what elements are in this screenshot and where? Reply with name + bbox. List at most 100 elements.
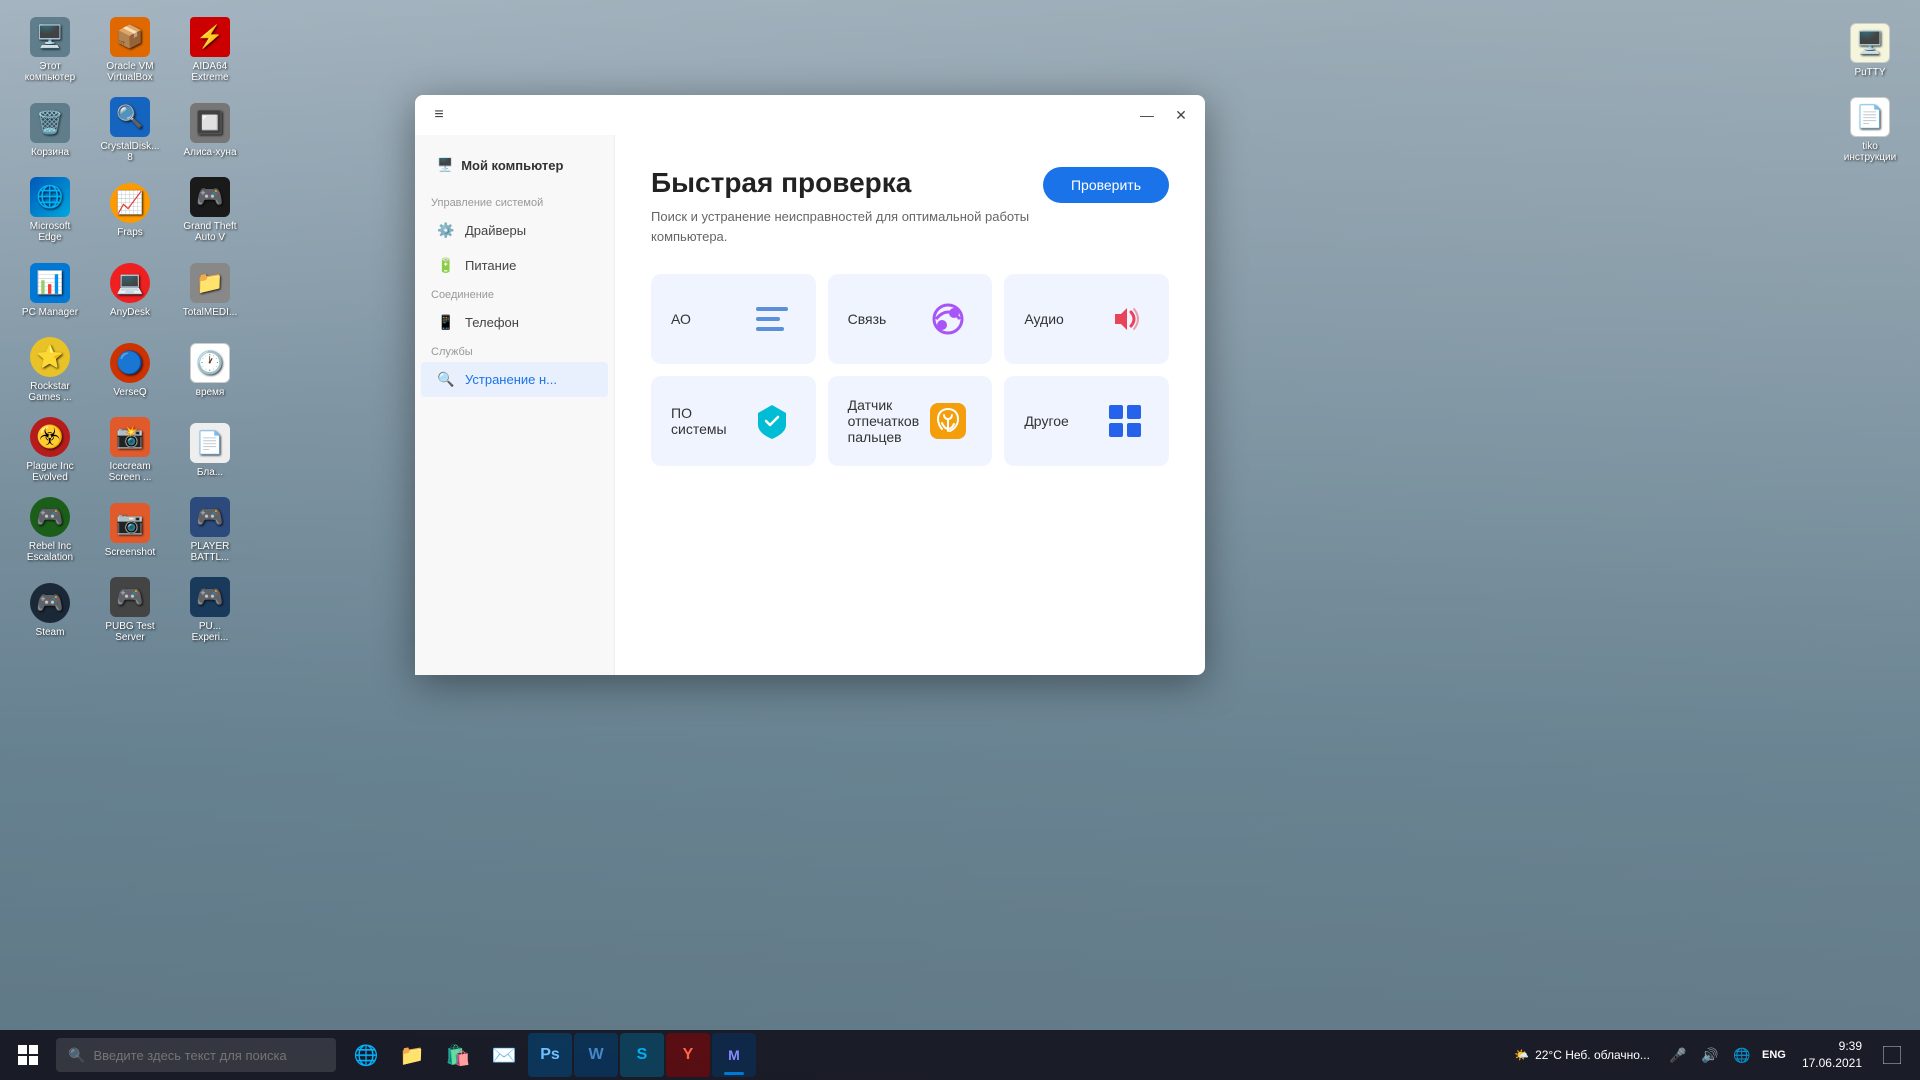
desktop-icon-pubgexp[interactable]: 🎮 PU...Experi... [170,570,250,650]
taskbar-app-store[interactable]: 🛍️ [436,1033,480,1077]
card-fingerprint-label: Датчик отпечатков пальцев [848,397,925,445]
desktop-icon-screenshot[interactable]: 📷 Screenshot [90,490,170,570]
taskbar-app-word[interactable]: W [574,1033,618,1077]
tray-notification[interactable] [1876,1039,1908,1071]
card-other[interactable]: Другое [1004,376,1169,466]
taskbar-search-box[interactable]: 🔍 [56,1038,336,1072]
card-audio-icon [1101,295,1149,343]
sidebar-section-services: Службы [415,340,614,362]
tray-date: 17.06.2021 [1802,1055,1862,1072]
desktop-icon-alisa[interactable]: 🔲 Алиса-хуна [170,90,250,170]
dialog-title: Быстрая проверка [651,167,1043,199]
card-audio[interactable]: Аудио [1004,274,1169,364]
card-ao[interactable]: АО [651,274,816,364]
card-fingerprint[interactable]: Датчик отпечатков пальцев [828,376,993,466]
desktop-icon-oracle[interactable]: 📦 Oracle VMVirtualBox [90,10,170,90]
tray-network[interactable]: 🌐 [1728,1041,1756,1069]
menu-icon[interactable]: ≡ [423,101,455,129]
sidebar-troubleshoot-label: Устранение н... [465,372,557,387]
taskbar: 🔍 🌐 📁 🛍️ ✉️ Ps W S Y M [0,1030,1920,1080]
card-fingerprint-icon [924,397,972,445]
sidebar-drivers-label: Драйверы [465,223,526,238]
card-ao-icon [748,295,796,343]
tray-lang[interactable]: ENG [1760,1041,1788,1069]
taskbar-search-icon: 🔍 [68,1047,85,1064]
card-connection[interactable]: Связь [828,274,993,364]
close-button[interactable]: ✕ [1165,101,1197,129]
sidebar-my-computer[interactable]: 🖥️ Мой компьютер [421,147,608,183]
weather-icon: 🌤️ [1514,1048,1529,1062]
desktop-icon-crystal[interactable]: 🔍 CrystalDisk...8 [90,90,170,170]
drivers-icon: ⚙️ [437,222,455,239]
taskbar-app-mail[interactable]: ✉️ [482,1033,526,1077]
phone-icon: 📱 [437,314,455,331]
desktop-icon-anydesk[interactable]: 💻 AnyDesk [90,250,170,330]
weather-text: 22°C Неб. облачно... [1535,1048,1650,1062]
desktop-icon-steam[interactable]: 🎮 Steam [10,570,90,650]
card-other-icon [1101,397,1149,445]
desktop-icon-icecream[interactable]: 📸 IcecreamScreen ... [90,410,170,490]
taskbar-app-edge[interactable]: 🌐 [344,1033,388,1077]
sidebar-power-label: Питание [465,258,516,273]
tray-weather[interactable]: 🌤️ 22°C Неб. облачно... [1506,1048,1658,1062]
sidebar-power[interactable]: 🔋 Питание [421,248,608,283]
tray-time: 9:39 [1802,1038,1862,1055]
dialog-sidebar: 🖥️ Мой компьютер Управление системой ⚙️ … [415,135,615,675]
taskbar-search-input[interactable] [93,1048,324,1063]
card-connection-icon [924,295,972,343]
card-system-icon [748,397,796,445]
sidebar-troubleshoot[interactable]: 🔍 Устранение н... [421,362,608,397]
sidebar-drivers[interactable]: ⚙️ Драйверы [421,213,608,248]
tray-volume[interactable]: 🔊 [1696,1041,1724,1069]
taskbar-tray: 🌤️ 22°C Неб. облачно... 🎤 🔊 🌐 ENG 9:39 1… [1498,1038,1916,1072]
desktop-icon-edge[interactable]: 🌐 MicrosoftEdge [10,170,90,250]
card-ao-label: АО [671,311,691,327]
desktop-icon-recycle[interactable]: 🗑️ Корзина [10,90,90,170]
taskbar-app-yandex[interactable]: Y [666,1033,710,1077]
tray-mic[interactable]: 🎤 [1664,1041,1692,1069]
dialog-titlebar: ≡ — ✕ [415,95,1205,135]
minimize-button[interactable]: — [1131,101,1163,129]
card-connection-label: Связь [848,311,887,327]
desktop-icon-totalmed[interactable]: 📁 TotalMEDI... [170,250,250,330]
dialog-window: ≡ — ✕ 🖥️ Мой компьютер Управление систем… [415,95,1205,675]
taskbar-app-skype[interactable]: S [620,1033,664,1077]
search-icon: 🔍 [437,371,455,388]
start-button[interactable] [4,1031,52,1079]
taskbar-app-explorer[interactable]: 📁 [390,1033,434,1077]
sidebar-my-computer-label: Мой компьютер [461,158,563,173]
sidebar-section-connection: Соединение [415,283,614,305]
dialog-body: 🖥️ Мой компьютер Управление системой ⚙️ … [415,135,1205,675]
desktop-icons-right: 🖥️ PuTTY 📄 tikoинструкции [1830,10,1910,170]
diagnostic-cards-grid: АО Связь [651,274,1169,466]
desktop-icon-tiko[interactable]: 📄 tikoинструкции [1830,90,1910,170]
card-other-label: Другое [1024,413,1068,429]
desktop-icon-my-computer[interactable]: 🖥️ Этоткомпьютер [10,10,90,90]
sidebar-phone[interactable]: 📱 Телефон [421,305,608,340]
desktop-icon-gta[interactable]: 🎮 Grand TheftAuto V [170,170,250,250]
desktop-icon-pubgtest[interactable]: 🎮 PUBG TestServer [90,570,170,650]
taskbar-apps: 🌐 📁 🛍️ ✉️ Ps W S Y M [340,1033,1494,1077]
taskbar-app-ps[interactable]: Ps [528,1033,572,1077]
sidebar-section-management: Управление системой [415,191,614,213]
desktop-icon-time[interactable]: 🕐 время [170,330,250,410]
tray-datetime[interactable]: 9:39 17.06.2021 [1794,1038,1870,1072]
desktop-icon-plague[interactable]: ☣️ Plague IncEvolved [10,410,90,490]
desktop-icon-blank[interactable]: 📄 Бла... [170,410,250,490]
card-system-label: ПО системы [671,405,748,437]
desktop-icon-putty[interactable]: 🖥️ PuTTY [1830,10,1910,90]
desktop-icon-rockstar[interactable]: ⭐ RockstarGames ... [10,330,90,410]
desktop-icon-pcmanager[interactable]: 📊 PC Manager [10,250,90,330]
dialog-title-block: Быстрая проверка Поиск и устранение неис… [651,167,1043,246]
desktop-icon-verseq[interactable]: 🔵 VerseQ [90,330,170,410]
check-button[interactable]: Проверить [1043,167,1169,203]
card-system[interactable]: ПО системы [651,376,816,466]
taskbar-app-intellij[interactable]: M [712,1033,756,1077]
dialog-header: Быстрая проверка Поиск и устранение неис… [651,167,1169,246]
card-audio-label: Аудио [1024,311,1064,327]
desktop-icon-fraps[interactable]: 📈 Fraps [90,170,170,250]
lang-badge: ENG [1762,1049,1786,1061]
desktop-icon-player[interactable]: 🎮 PLAYERBATTL... [170,490,250,570]
desktop-icon-rebel[interactable]: 🎮 Rebel IncEscalation [10,490,90,570]
desktop-icon-aida[interactable]: ⚡ AIDA64Extreme [170,10,250,90]
